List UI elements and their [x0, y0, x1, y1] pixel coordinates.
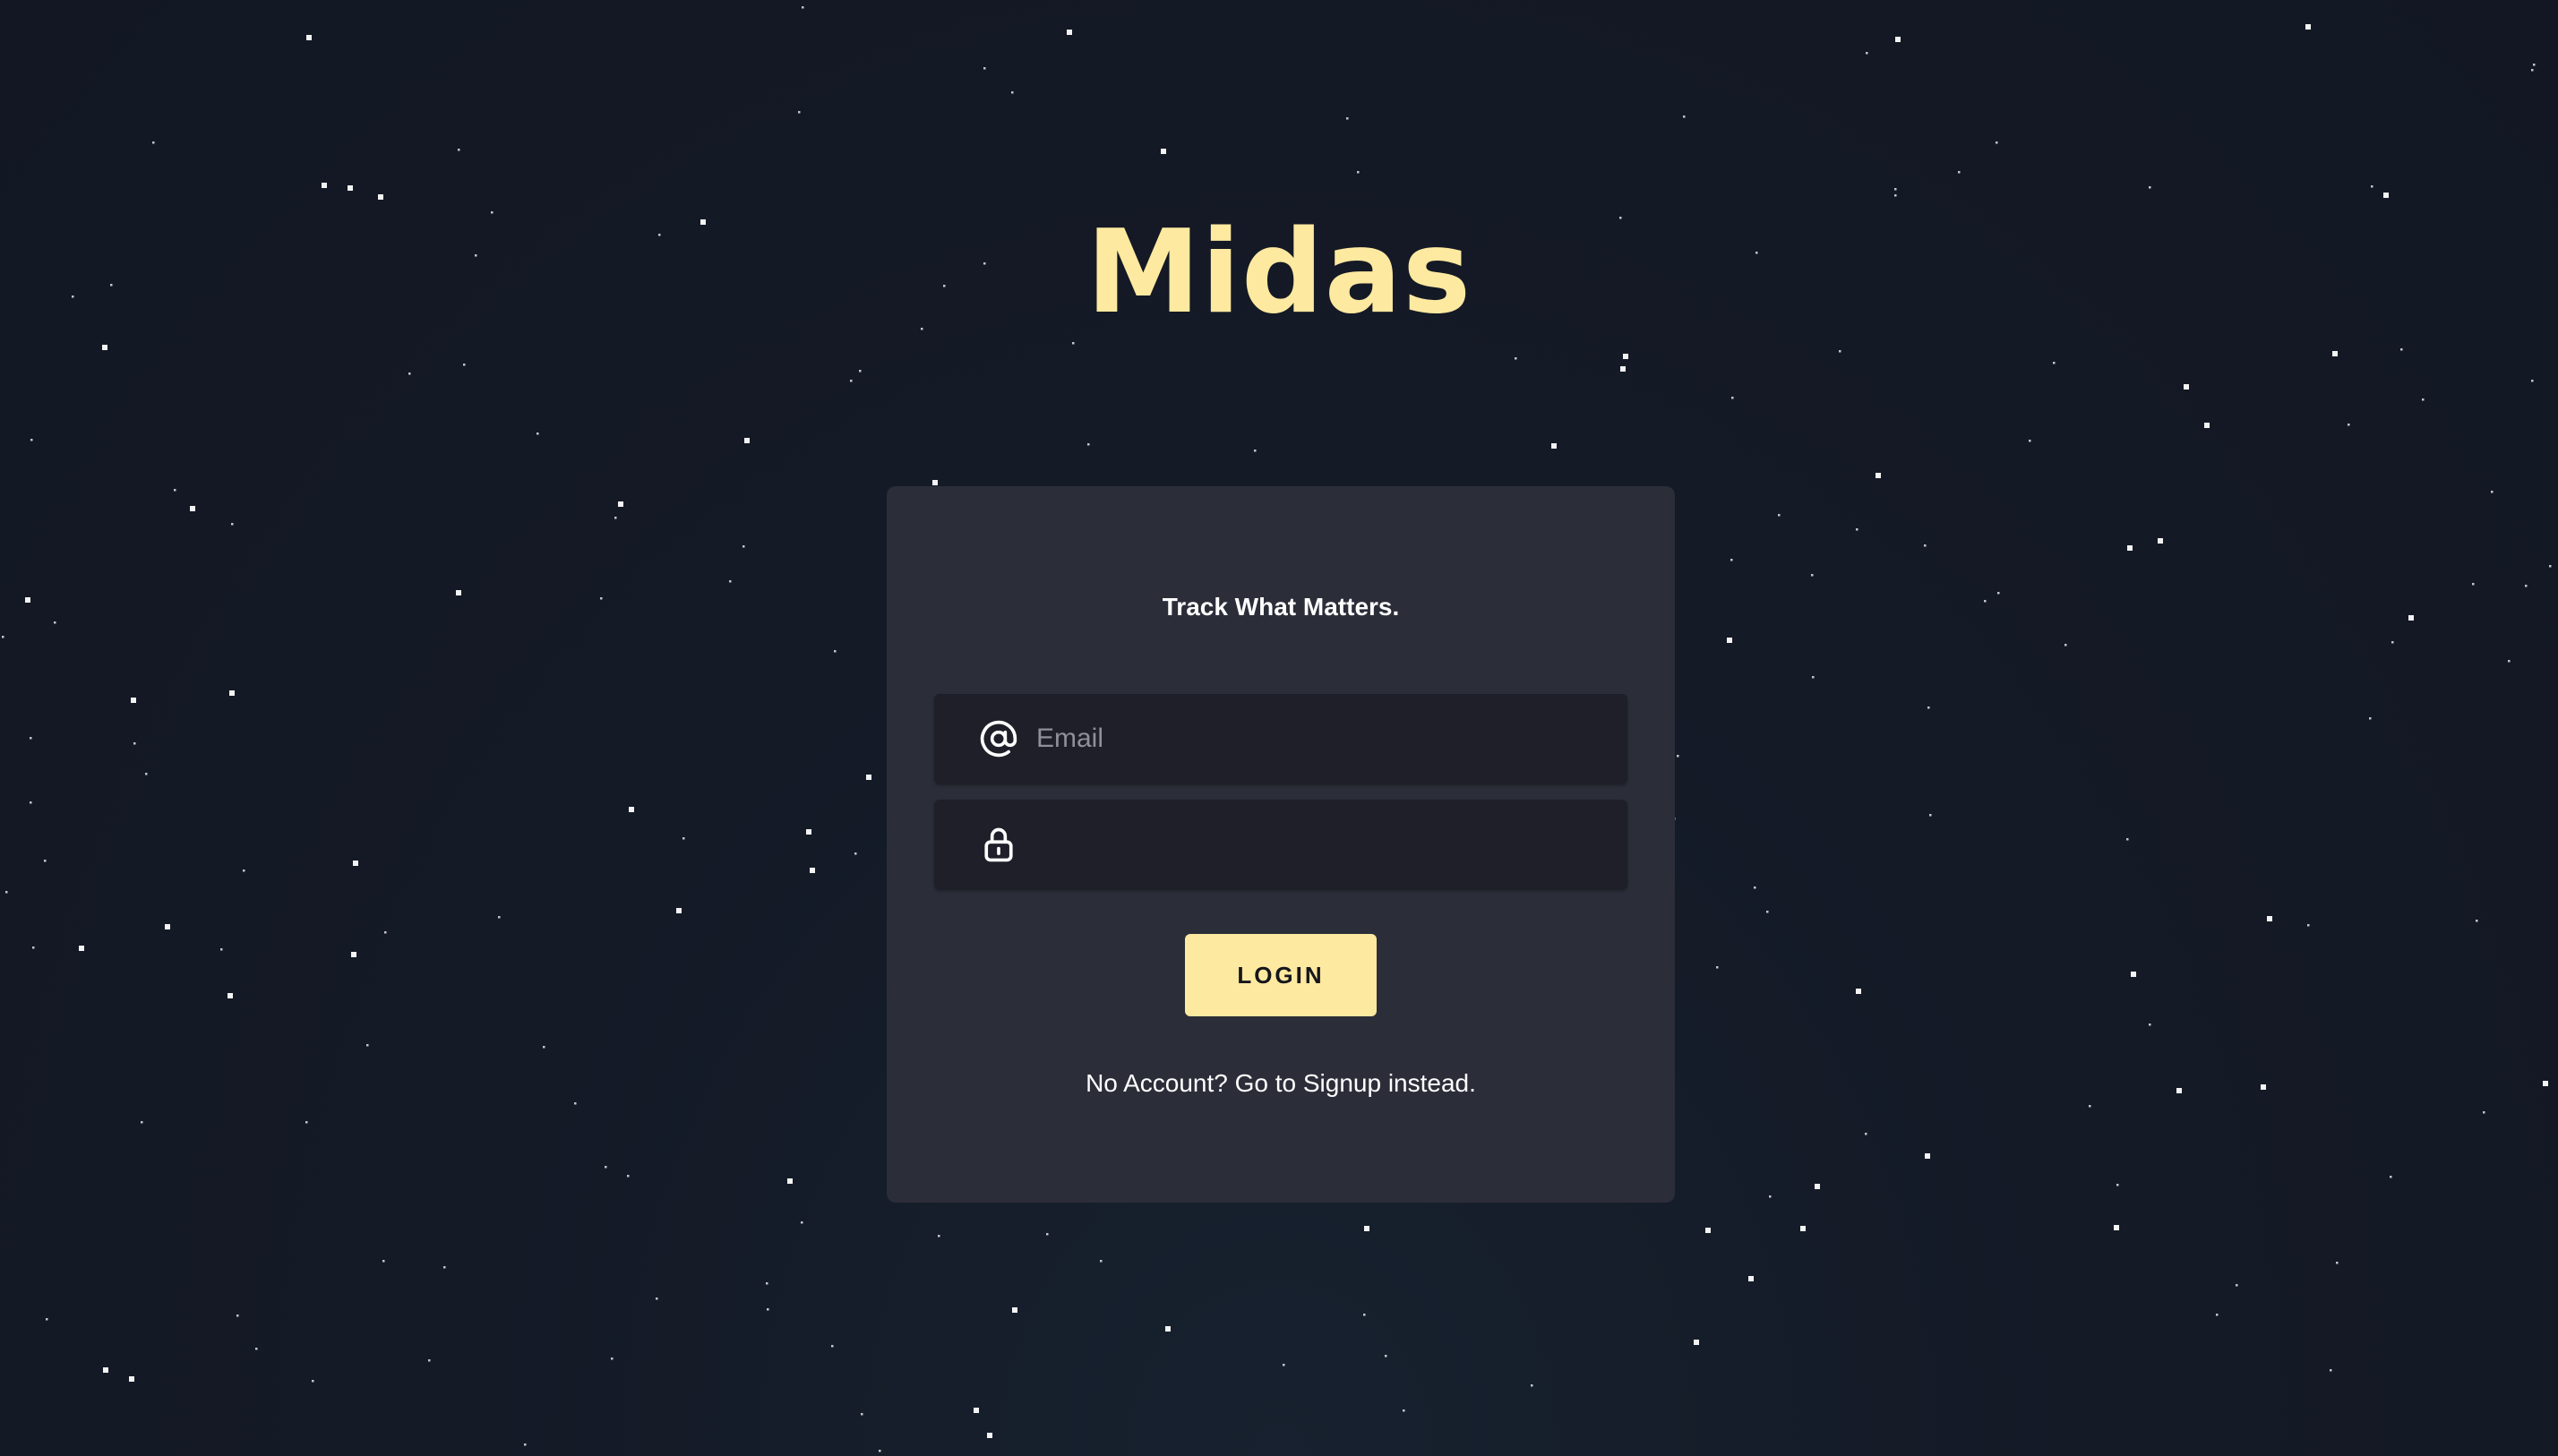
email-input[interactable]	[1036, 694, 1601, 784]
password-input[interactable]	[1036, 800, 1601, 889]
lock-icon	[979, 825, 1018, 864]
signup-link-line: No Account? Go to Signup instead.	[887, 1061, 1675, 1106]
signup-link[interactable]: No Account? Go to Signup instead.	[1086, 1069, 1476, 1097]
password-field[interactable]	[934, 800, 1627, 889]
email-field[interactable]	[934, 694, 1627, 784]
login-card: Track What Matters. LOGIN No Account? Go…	[887, 486, 1675, 1203]
at-sign-icon	[979, 719, 1018, 758]
login-button[interactable]: LOGIN	[1185, 934, 1377, 1016]
tagline: Track What Matters.	[1162, 593, 1400, 621]
app-title: Midas	[1086, 206, 1472, 339]
